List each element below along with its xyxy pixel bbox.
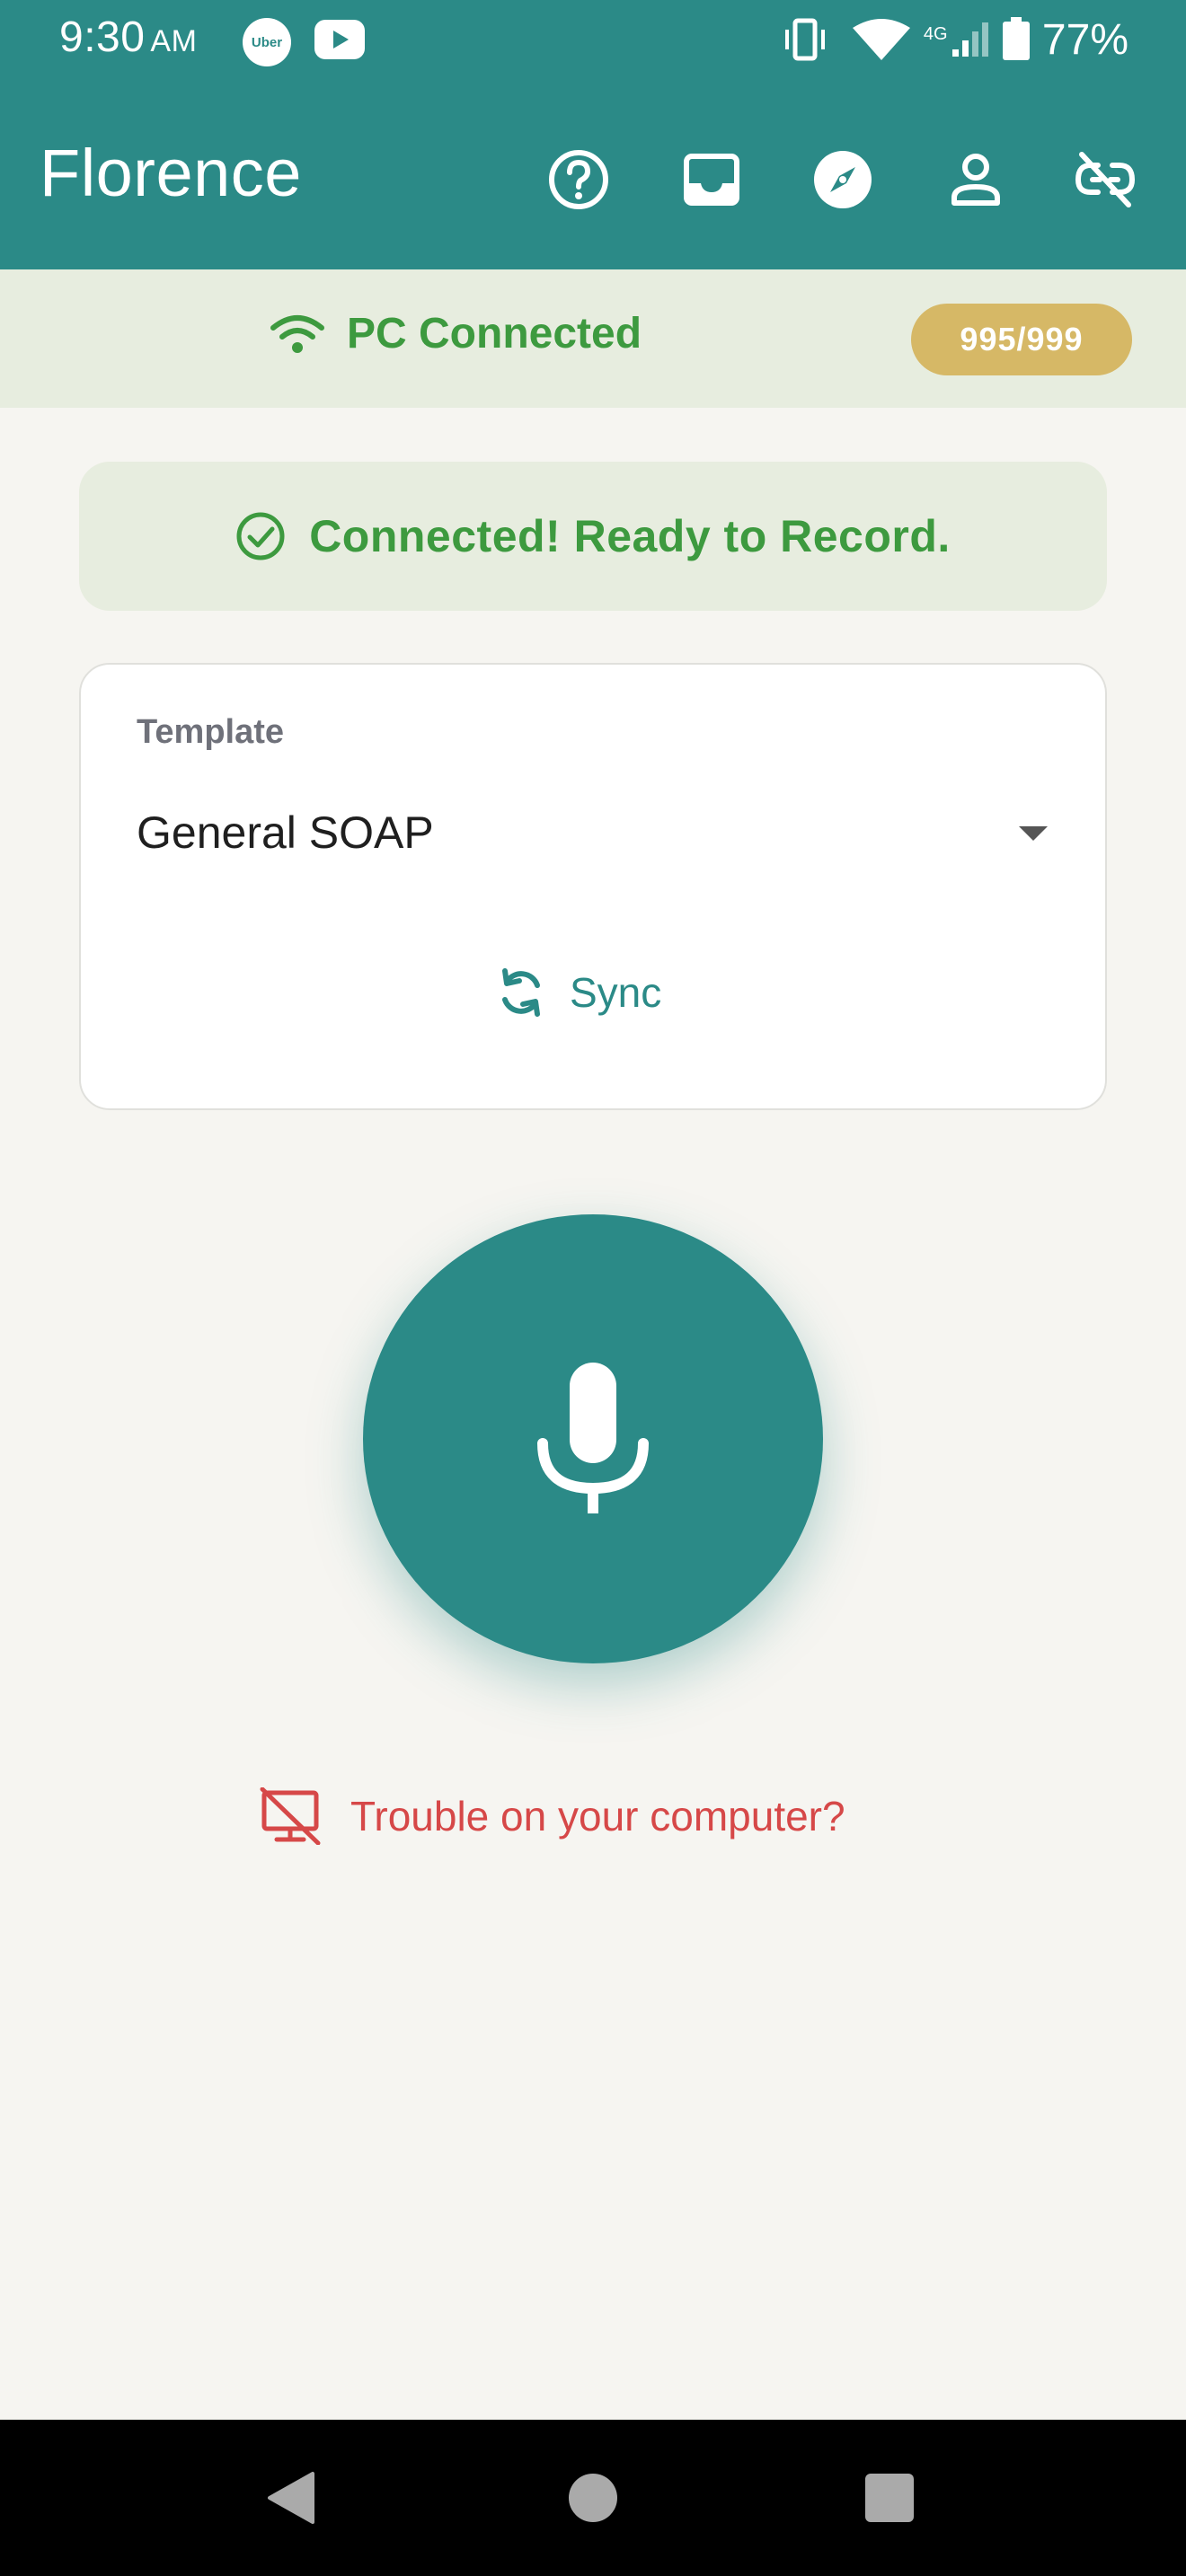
wifi-icon bbox=[852, 19, 910, 60]
sync-button[interactable]: Sync bbox=[498, 961, 661, 1024]
recents-nav-icon[interactable] bbox=[858, 2466, 921, 2529]
microphone-icon bbox=[537, 1363, 649, 1513]
connection-banner: PC Connected 995/999 bbox=[0, 269, 1186, 408]
app-title: Florence bbox=[40, 136, 302, 210]
pc-status-label: PC Connected bbox=[347, 310, 642, 357]
wifi-connected-icon bbox=[270, 314, 324, 353]
sync-icon bbox=[502, 968, 540, 1017]
help-icon[interactable] bbox=[546, 147, 611, 212]
usage-count-badge: 995/999 bbox=[911, 304, 1132, 375]
template-selected-value: General SOAP bbox=[137, 807, 434, 858]
desktop-off-icon bbox=[260, 1787, 321, 1845]
record-mic-button[interactable] bbox=[363, 1214, 823, 1663]
uber-notification-icon: Uber bbox=[243, 18, 291, 66]
compass-icon[interactable] bbox=[810, 147, 875, 212]
status-time: 9:30 AM bbox=[59, 13, 197, 62]
home-nav-icon[interactable] bbox=[562, 2466, 624, 2529]
trouble-computer-link[interactable]: Trouble on your computer? bbox=[259, 1787, 845, 1845]
ready-message: Connected! Ready to Record. bbox=[309, 511, 951, 561]
battery-percent: 77% bbox=[1041, 15, 1128, 64]
trouble-link-label: Trouble on your computer? bbox=[350, 1793, 845, 1839]
profile-icon[interactable] bbox=[943, 147, 1008, 212]
ready-status-card: Connected! Ready to Record. bbox=[79, 462, 1107, 611]
pc-connection-status: PC Connected bbox=[270, 309, 642, 358]
youtube-notification-icon bbox=[314, 20, 365, 59]
template-select[interactable]: General SOAP bbox=[137, 799, 1048, 871]
cellular-signal: 4G bbox=[924, 17, 994, 62]
back-nav-icon[interactable] bbox=[261, 2466, 323, 2529]
status-icons: 4G 77% bbox=[780, 13, 1128, 66]
check-circle-icon bbox=[236, 512, 285, 560]
chevron-down-icon bbox=[1019, 826, 1048, 841]
template-label: Template bbox=[137, 713, 285, 751]
template-card: Template General SOAP Sync bbox=[79, 663, 1107, 1110]
unlink-icon[interactable] bbox=[1073, 147, 1137, 212]
status-time-ampm: AM bbox=[150, 24, 198, 58]
status-bar: 9:30 AM Uber 4G 77% bbox=[0, 0, 1186, 81]
status-time-value: 9:30 bbox=[59, 13, 146, 61]
battery-icon bbox=[1002, 17, 1030, 60]
signal-icon bbox=[951, 22, 988, 57]
sync-label: Sync bbox=[570, 969, 662, 1016]
system-nav-bar bbox=[0, 2420, 1186, 2576]
network-type: 4G bbox=[923, 24, 948, 44]
app-header: 9:30 AM Uber 4G 77% Florence bbox=[0, 0, 1186, 269]
inbox-icon[interactable] bbox=[679, 147, 744, 212]
vibrate-icon bbox=[784, 18, 825, 61]
